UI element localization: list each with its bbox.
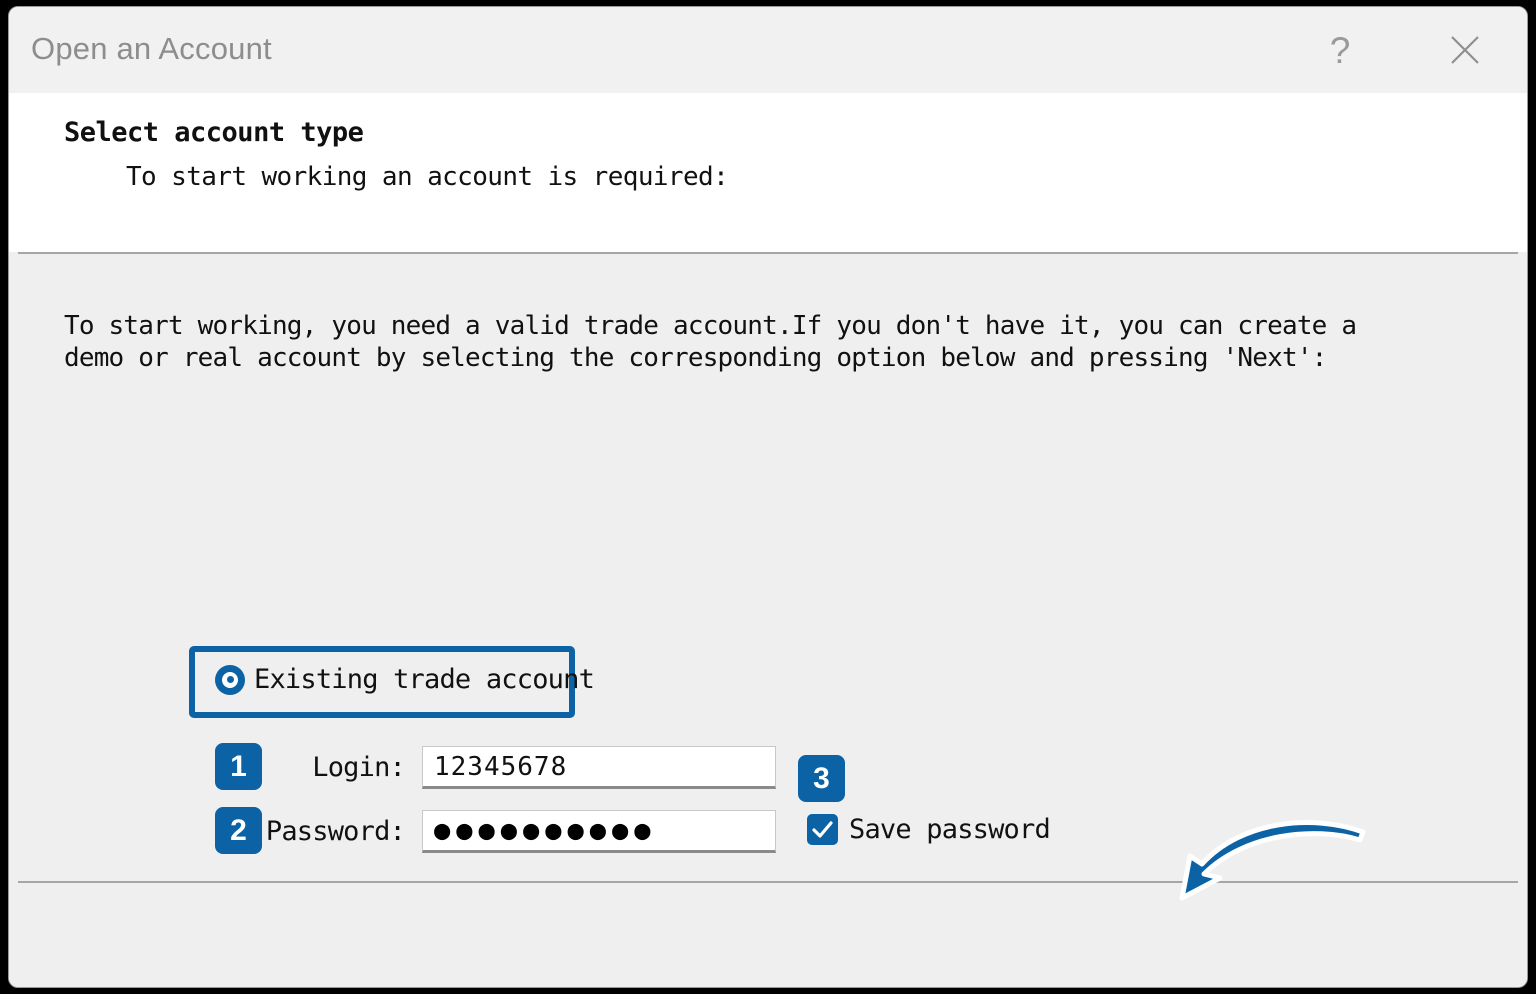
question-mark-icon: ?	[1329, 29, 1351, 71]
dialog-footer: < Back Finish Cancel	[9, 883, 1527, 987]
open-account-dialog: Open an Account ? Select account type To…	[8, 6, 1528, 988]
close-button[interactable]	[1437, 24, 1493, 76]
close-icon	[1451, 36, 1479, 64]
login-input[interactable]: 12345678	[422, 746, 776, 789]
dialog-body: To start working, you need a valid trade…	[9, 254, 1527, 987]
title-bar: Open an Account ?	[9, 7, 1527, 93]
dialog-header: Select account type To start working an …	[9, 93, 1527, 252]
save-password-checkbox[interactable]: Save password	[807, 814, 1051, 845]
password-masked-value: ●●●●●●●●●●	[434, 815, 657, 846]
checkbox-checked-icon	[807, 814, 838, 845]
intro-text: To start working, you need a valid trade…	[64, 311, 1357, 373]
window-title: Open an Account	[31, 31, 272, 66]
help-button[interactable]: ?	[1312, 24, 1368, 76]
page-subtitle: To start working an account is required:	[126, 162, 729, 192]
save-password-label: Save password	[849, 814, 1051, 845]
step-badge-3: 3	[798, 755, 845, 802]
login-label: Login:	[312, 752, 406, 783]
password-label: Password:	[265, 816, 406, 847]
password-input[interactable]: ●●●●●●●●●●	[422, 810, 776, 853]
page-title: Select account type	[64, 117, 364, 148]
radio-existing-trade-account[interactable]: Existing trade account	[215, 664, 595, 695]
radio-selected-icon	[215, 664, 245, 695]
screen: Open an Account ? Select account type To…	[0, 0, 1536, 994]
radio-existing-label: Existing trade account	[254, 664, 595, 695]
